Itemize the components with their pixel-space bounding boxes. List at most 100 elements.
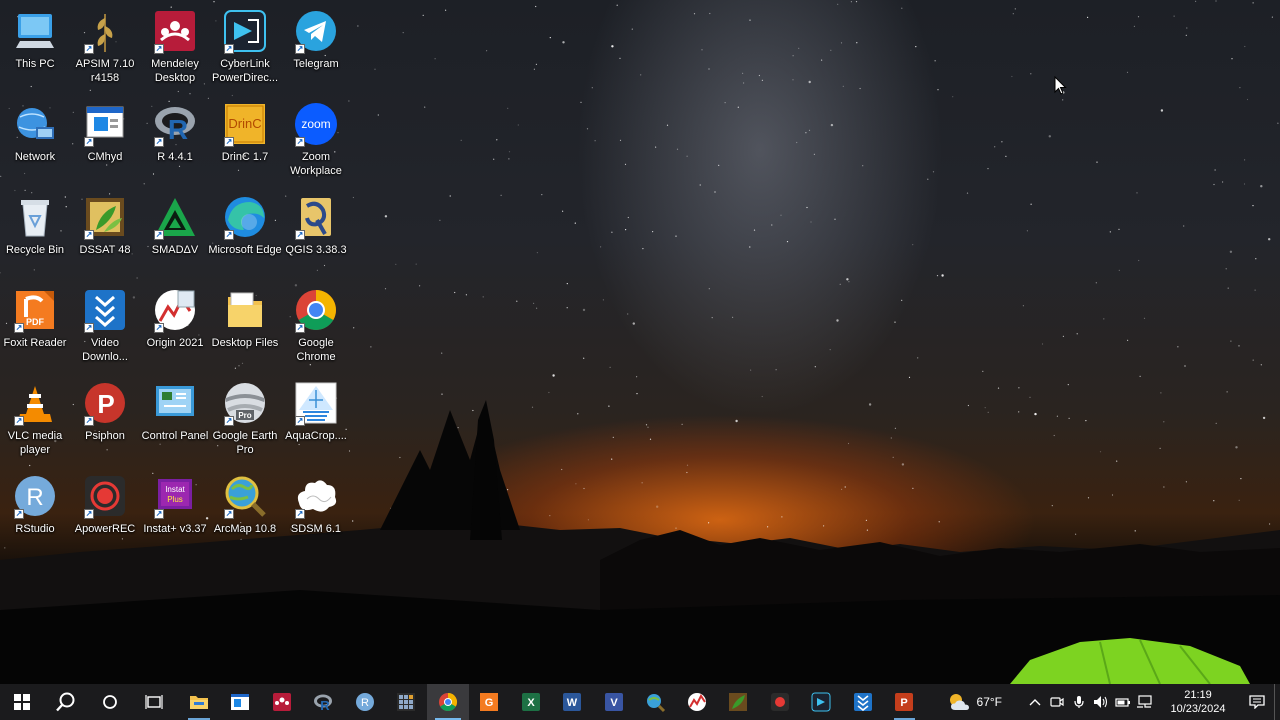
cmhyd-taskbar-icon	[231, 694, 250, 710]
clock[interactable]: 21:19 10/23/2024	[1162, 688, 1234, 716]
sdsm-icon: ↗	[293, 473, 339, 519]
rstudio-icon: R ↗	[12, 473, 58, 519]
taskbar-app-button[interactable]	[635, 684, 677, 720]
battery-icon	[1115, 698, 1130, 707]
microphone-button[interactable]	[1068, 684, 1090, 720]
partly-cloudy-icon	[949, 694, 969, 710]
taskbar-app-button[interactable]	[261, 684, 303, 720]
shortcut-arrow-icon: ↗	[224, 137, 234, 147]
desktop-shortcut[interactable]: Desktop Files	[210, 283, 280, 373]
tray-app-button[interactable]	[1046, 684, 1068, 720]
chrome-icon: ↗	[293, 287, 339, 333]
desktop-shortcut[interactable]: zoom ↗ Zoom Workplace	[281, 97, 351, 187]
desktop-shortcut-label: Mendeley Desktop	[151, 58, 199, 84]
desktop-shortcut[interactable]: DrinC ↗ DrinC 1.7	[210, 97, 280, 187]
desktop-shortcut[interactable]: ↗ SDSM 6.1	[281, 469, 351, 559]
apowerrec-icon: ↗	[82, 473, 128, 519]
desktop-shortcut[interactable]: ↗ Video Downlo...	[70, 283, 140, 373]
desktop-shortcut[interactable]: Pro ↗ Google Earth Pro	[210, 376, 280, 466]
action-center-button[interactable]	[1240, 684, 1274, 720]
taskbar-app-button[interactable]	[220, 684, 262, 720]
zoom-icon: zoom ↗	[293, 101, 339, 147]
taskbar-app-button[interactable]	[801, 684, 843, 720]
desktop-shortcut[interactable]: ↗ AquaCrop....	[281, 376, 351, 466]
apsim-icon: ↗	[82, 8, 128, 54]
search-icon	[56, 692, 75, 712]
taskbar-app-button[interactable]: X	[510, 684, 552, 720]
video-downloader-taskbar-icon	[853, 693, 872, 712]
start-button[interactable]	[0, 684, 44, 720]
desktop-shortcut[interactable]: ↗ Origin 2021	[140, 283, 210, 373]
taskbar-app-button[interactable]	[676, 684, 718, 720]
show-hidden-icons-button[interactable]	[1024, 684, 1046, 720]
desktop-shortcut-label: ApowerREC	[74, 523, 136, 535]
taskbar-app-button[interactable]: R	[303, 684, 345, 720]
taskbar-app-button[interactable]	[178, 684, 220, 720]
desktop-shortcut-label: This PC	[15, 58, 55, 70]
file-explorer-icon	[189, 696, 208, 709]
taskbar-app-button[interactable]	[718, 684, 760, 720]
volume-button[interactable]	[1090, 684, 1112, 720]
desktop-shortcut[interactable]: ↗ ArcMap 10.8	[210, 469, 280, 559]
desktop-shortcut[interactable]: ↗ Microsoft Edge	[208, 190, 282, 280]
taskbar-app-button[interactable]: P	[884, 684, 926, 720]
rstudio-taskbar-icon: R	[355, 693, 374, 711]
svg-text:zoom: zoom	[301, 117, 330, 131]
desktop-shortcut[interactable]: This PC	[0, 4, 70, 94]
desktop-shortcut[interactable]: R ↗ RStudio	[0, 469, 70, 559]
cortana-button[interactable]	[88, 684, 132, 720]
desktop-shortcut[interactable]: Instat Plus ↗ Instat+ v3.37	[140, 469, 210, 559]
desktop-shortcut-label: VLC media player	[7, 430, 63, 456]
shortcut-arrow-icon: ↗	[84, 137, 94, 147]
powerdirector-icon: ↗	[222, 8, 268, 54]
desktop-shortcut[interactable]: P ↗ Psiphon	[70, 376, 140, 466]
shortcut-arrow-icon: ↗	[224, 44, 234, 54]
desktop-shortcut[interactable]: Network	[0, 97, 70, 187]
desktop-shortcut[interactable]: ↗ APSIM 7.10 r4158	[70, 4, 140, 94]
shortcut-arrow-icon: ↗	[295, 230, 305, 240]
desktop-shortcut[interactable]: ↗ SMADΔV	[140, 190, 210, 280]
desktop-shortcut[interactable]: Recycle Bin	[0, 190, 70, 280]
desktop-shortcut[interactable]: ↗ CyberLink PowerDirec...	[210, 4, 280, 94]
taskbar-app-button[interactable]	[842, 684, 884, 720]
desktop-shortcut[interactable]: ↗ Telegram	[281, 4, 351, 94]
battery-button[interactable]	[1112, 684, 1134, 720]
desktop-shortcut[interactable]: ↗ ApowerREC	[70, 469, 140, 559]
shortcut-arrow-icon: ↗	[224, 509, 234, 519]
taskbar-app-button[interactable]: V	[593, 684, 635, 720]
desktop-shortcut[interactable]: Control Panel	[140, 376, 210, 466]
desktop-shortcut-label: AquaCrop....	[285, 430, 347, 442]
taskbar-app-button[interactable]: R	[344, 684, 386, 720]
desktop-shortcut[interactable]: PDF ↗ Foxit Reader	[0, 283, 70, 373]
desktop-shortcut[interactable]: ↗ DSSAT 48	[70, 190, 140, 280]
show-desktop-button[interactable]	[1274, 684, 1280, 720]
foxit-icon: PDF ↗	[12, 287, 58, 333]
taskbar-app-button[interactable]	[386, 684, 428, 720]
svg-text:G: G	[485, 697, 494, 709]
search-button[interactable]	[44, 684, 88, 720]
taskbar-app-button[interactable]	[427, 684, 469, 720]
desktop-shortcut-label: DSSAT 48	[79, 244, 131, 256]
taskbar-app-button[interactable]	[759, 684, 801, 720]
desktop-shortcut[interactable]: ↗ QGIS 3.38.3	[281, 190, 351, 280]
task-view-button[interactable]	[132, 684, 176, 720]
network-button[interactable]	[1134, 684, 1156, 720]
clock-time: 21:19	[1184, 689, 1212, 701]
calculator-grid-icon	[397, 693, 416, 711]
desktop-shortcut[interactable]: ↗ CMhyd	[70, 97, 140, 187]
mouse-cursor	[1054, 76, 1067, 95]
desktop-shortcut-label: Google Chrome	[296, 337, 336, 363]
shortcut-arrow-icon: ↗	[295, 509, 305, 519]
desktop-shortcut[interactable]: ↗ VLC media player	[0, 376, 70, 466]
qgis-icon: ↗	[293, 194, 339, 240]
apowerrec-taskbar-icon	[770, 693, 789, 711]
desktop-shortcut[interactable]: R ↗ R 4.4.1	[140, 97, 210, 187]
svg-text:P: P	[97, 389, 114, 419]
svg-text:DrinC: DrinC	[228, 116, 261, 131]
weather-widget[interactable]: 67°F	[947, 692, 1002, 712]
desktop-shortcut[interactable]: ↗ Google Chrome	[281, 283, 351, 373]
desktop-shortcut[interactable]: ↗ Mendeley Desktop	[140, 4, 210, 94]
shortcut-arrow-icon: ↗	[154, 230, 164, 240]
taskbar-app-button[interactable]: W	[552, 684, 594, 720]
taskbar-app-button[interactable]: G	[469, 684, 511, 720]
